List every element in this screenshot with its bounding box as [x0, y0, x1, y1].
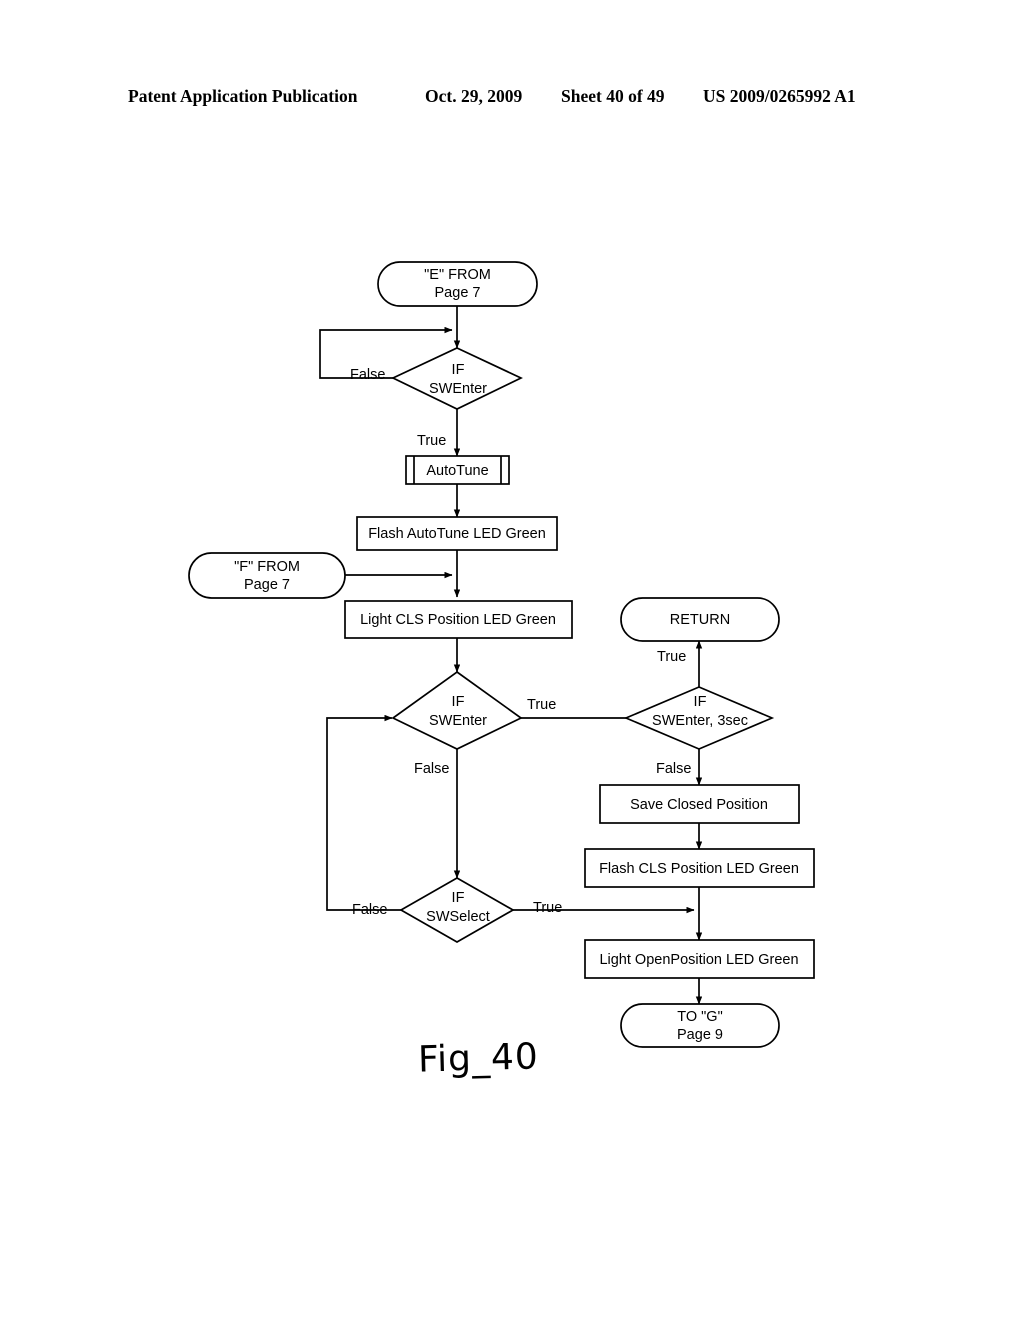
node-entry-f-line1: "F" FROM [234, 559, 300, 575]
flowchart: "E" FROM Page 7 IF SWEnter False True Au… [0, 0, 1024, 1320]
node-flash-cls-led-label: Flash CLS Position LED Green [599, 861, 799, 877]
edge-label-swenter3sec-true: True [657, 649, 686, 665]
node-if-swenter-2-line1: IF [452, 694, 465, 710]
node-entry-e-line2: Page 7 [435, 285, 481, 301]
node-if-swenter-1-line1: IF [452, 362, 465, 378]
edge-label-swenter2-false: False [414, 761, 449, 777]
node-save-closed-position: Save Closed Position [599, 784, 800, 824]
node-if-swselect: IF SWSelect [399, 877, 515, 943]
figure-caption: Fig_40 [417, 1036, 540, 1081]
node-light-openposition-led-label: Light OpenPosition LED Green [599, 952, 798, 968]
node-entry-f-line2: Page 7 [244, 577, 290, 593]
node-flash-autotune-led-label: Flash AutoTune LED Green [368, 526, 546, 542]
node-if-swenter-3sec-line2: SWEnter, 3sec [652, 713, 748, 729]
patent-drawing-page: Patent Application Publication Oct. 29, … [0, 0, 1024, 1320]
edge-label-swselect-true: True [533, 900, 562, 916]
node-flash-autotune-led: Flash AutoTune LED Green [356, 516, 558, 551]
node-autotune-label: AutoTune [426, 463, 488, 479]
node-if-swenter-3sec: IF SWEnter, 3sec [623, 686, 775, 750]
edge-label-swenter1-true: True [417, 433, 446, 449]
node-entry-e-line1: "E" FROM [424, 267, 491, 283]
node-if-swenter-1: IF SWEnter [391, 347, 523, 410]
node-entry-e: "E" FROM Page 7 [377, 261, 538, 307]
node-if-swenter-1-line2: SWEnter [429, 381, 487, 397]
node-return: RETURN [620, 597, 780, 642]
node-if-swenter-2-line2: SWEnter [429, 713, 487, 729]
edge-label-swenter2-true: True [527, 697, 556, 713]
node-if-swenter-2: IF SWEnter [391, 670, 523, 750]
node-return-label: RETURN [670, 612, 730, 628]
node-light-cls-led: Light CLS Position LED Green [344, 600, 573, 639]
node-light-openposition-led: Light OpenPosition LED Green [584, 939, 815, 979]
node-entry-f: "F" FROM Page 7 [188, 552, 346, 599]
node-if-swselect-line2: SWSelect [426, 909, 490, 925]
node-exit-g-line1: TO "G" [677, 1009, 722, 1025]
edge-label-swselect-false: False [352, 902, 387, 918]
node-exit-g-line2: Page 9 [677, 1027, 723, 1043]
node-if-swenter-3sec-line1: IF [694, 694, 707, 710]
edge-label-swenter1-false: False [350, 367, 385, 383]
node-flash-cls-led: Flash CLS Position LED Green [584, 848, 815, 888]
node-save-closed-position-label: Save Closed Position [630, 797, 768, 813]
node-if-swselect-line1: IF [452, 890, 465, 906]
node-light-cls-led-label: Light CLS Position LED Green [360, 612, 556, 628]
edge-label-swenter3sec-false: False [656, 761, 691, 777]
node-autotune: AutoTune [405, 455, 510, 485]
node-exit-g: TO "G" Page 9 [620, 1003, 780, 1048]
